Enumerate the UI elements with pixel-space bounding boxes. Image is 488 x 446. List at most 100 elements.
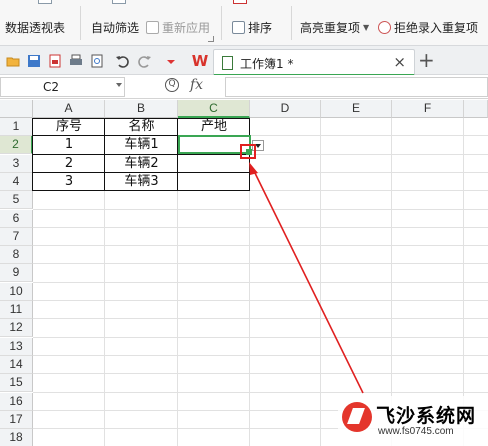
name-box-value: C2: [43, 80, 60, 94]
data-cell[interactable]: 车辆2: [105, 155, 178, 173]
formula-input[interactable]: [225, 77, 488, 97]
column-header-c[interactable]: C: [178, 100, 250, 118]
undo-icon[interactable]: [115, 54, 129, 68]
tab-workbook[interactable]: 工作簿1 * ×: [213, 49, 415, 76]
column-header-a[interactable]: A: [33, 100, 105, 118]
gridline: [33, 336, 488, 338]
select-all-corner[interactable]: [0, 100, 33, 118]
row-header-6[interactable]: 6: [0, 209, 33, 228]
gridline: [33, 226, 488, 228]
row-header-4[interactable]: 4: [0, 172, 33, 191]
row-header-17[interactable]: 17: [0, 410, 33, 429]
fill-handle[interactable]: [246, 149, 252, 155]
print-icon[interactable]: [69, 54, 83, 68]
row-header-15[interactable]: 15: [0, 374, 33, 393]
reapply-button[interactable]: 重新应用: [146, 12, 210, 42]
gridline: [33, 318, 488, 320]
highlight-duplicates-label: 高亮重复项: [300, 20, 361, 35]
reapply-label: 重新应用: [162, 20, 211, 35]
gridline: [33, 300, 488, 301]
fx-icon[interactable]: fx: [190, 77, 203, 93]
ribbon-divider: [80, 6, 81, 40]
sort-az-icon: [233, 0, 247, 4]
watermark-title: 飞沙系统网: [376, 405, 477, 427]
row-header-11[interactable]: 11: [0, 301, 33, 319]
reject-duplicates-label: 拒绝录入重复项: [394, 20, 479, 35]
data-cell[interactable]: 2: [33, 155, 105, 173]
gridline: [33, 245, 488, 247]
data-cell[interactable]: 3: [33, 173, 105, 191]
pivot-table-button[interactable]: 数据透视表: [5, 12, 65, 42]
sort-button[interactable]: 排序: [232, 12, 272, 42]
spreadsheet-grid[interactable]: ABCDEF 1 2 3 4 5 6 7 8 9 10 11 12 13 14 15 16 17 18 序号 名称产…: [0, 100, 488, 446]
row-header-3[interactable]: 3: [0, 154, 33, 173]
header-cell[interactable]: 产地: [178, 118, 250, 136]
print-preview-icon[interactable]: [90, 54, 104, 68]
spreadsheet-doc-icon: [222, 56, 233, 70]
add-tab-icon[interactable]: +: [418, 48, 435, 72]
data-cell[interactable]: [178, 173, 250, 191]
reject-duplicates-button[interactable]: 拒绝录入重复项: [378, 12, 478, 42]
redo-icon[interactable]: [138, 54, 152, 68]
row-header-13[interactable]: 13: [0, 337, 33, 356]
row-header-14[interactable]: 14: [0, 355, 33, 374]
column-header-b[interactable]: B: [105, 100, 178, 118]
row-header-5[interactable]: 5: [0, 191, 33, 210]
header-cell[interactable]: 序号: [33, 118, 105, 136]
sort-icon: [232, 20, 245, 34]
column-header-e[interactable]: E: [321, 100, 392, 118]
gridline: [33, 373, 488, 375]
data-cell[interactable]: 车辆3: [105, 173, 178, 191]
reject-duplicates-icon: [378, 20, 391, 34]
autofilter-label: 自动筛选: [91, 20, 140, 35]
row-header-7[interactable]: 7: [0, 227, 33, 246]
row-header-9[interactable]: 9: [0, 264, 33, 283]
data-cell[interactable]: 车辆1: [105, 136, 178, 154]
row-header-10[interactable]: 10: [0, 282, 33, 301]
chevron-down-icon: ▼: [363, 22, 370, 32]
header-cell[interactable]: 名称: [105, 118, 178, 136]
tab-bar: W 工作簿1 * × +: [0, 45, 488, 76]
autofilter-icon: [112, 0, 126, 4]
gridline: [33, 208, 488, 210]
data-cell[interactable]: 1: [33, 136, 105, 154]
row-header-18[interactable]: 18: [0, 429, 33, 446]
highlight-duplicates-button[interactable]: 高亮重复项 ▼: [300, 12, 369, 42]
formula-bar: C2 Q fx: [0, 75, 488, 99]
row-header-1[interactable]: 1: [0, 118, 33, 136]
gridline: [33, 354, 488, 356]
watermark-url: www.fs0745.com: [378, 426, 454, 437]
sort-label: 排序: [248, 20, 273, 35]
pivot-table-label: 数据透视表: [5, 20, 66, 35]
close-icon[interactable]: ×: [393, 53, 406, 71]
gridline: [33, 263, 488, 265]
ribbon-divider: [221, 6, 222, 40]
column-header-d[interactable]: D: [250, 100, 321, 118]
customize-toolbar-icon[interactable]: [164, 54, 178, 68]
column-header-partial[interactable]: [464, 100, 488, 118]
doc-tab-title: 工作簿1 *: [240, 57, 294, 71]
wps-logo-icon: W: [191, 52, 209, 70]
row-header-12[interactable]: 12: [0, 319, 33, 338]
ribbon-toolbar: 数据透视表 自动筛选 重新应用 排序 高亮重复项 ▼ 拒绝录入重复项: [0, 0, 488, 45]
watermark-logo-icon: [342, 402, 372, 432]
autofilter-button[interactable]: 自动筛选: [91, 12, 139, 42]
ribbon-divider: [291, 6, 292, 40]
chevron-down-icon[interactable]: [116, 83, 122, 87]
save-icon[interactable]: [27, 54, 41, 68]
export-pdf-icon[interactable]: [48, 54, 62, 68]
site-watermark: 飞沙系统网 www.fs0745.com: [338, 396, 488, 446]
gridline: [33, 281, 488, 283]
reapply-filter-icon: [146, 20, 159, 34]
pivot-table-icon: [38, 0, 52, 4]
name-box[interactable]: C2: [0, 77, 125, 97]
row-header-8[interactable]: 8: [0, 246, 33, 265]
gridline: [320, 118, 321, 446]
row-header-16[interactable]: 16: [0, 392, 33, 411]
row-header-2[interactable]: 2: [0, 136, 33, 155]
open-folder-icon[interactable]: [6, 54, 20, 68]
zoom-lookup-icon[interactable]: Q: [165, 78, 179, 92]
gridline: [33, 391, 488, 393]
column-header-f[interactable]: F: [392, 100, 464, 118]
dialog-launcher-icon[interactable]: [208, 36, 214, 42]
